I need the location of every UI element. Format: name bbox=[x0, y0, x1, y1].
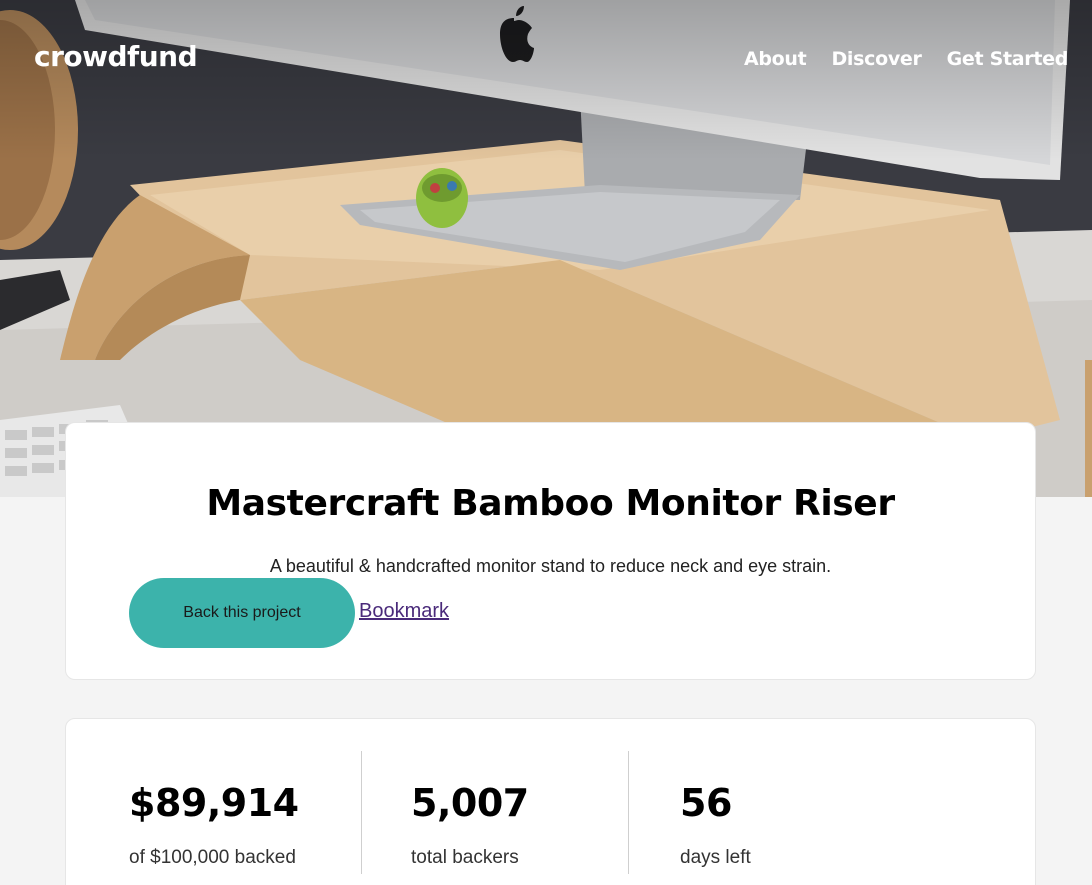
nav-link-about[interactable]: About bbox=[744, 48, 807, 70]
stat-divider bbox=[628, 751, 629, 874]
stat-backers: 5,007 total backers bbox=[411, 781, 529, 869]
stat-divider bbox=[361, 751, 362, 874]
nav-link-get-started[interactable]: Get Started bbox=[947, 48, 1069, 70]
nav-link-discover[interactable]: Discover bbox=[831, 48, 921, 70]
project-card: Mastercraft Bamboo Monitor Riser A beaut… bbox=[65, 422, 1036, 680]
project-title: Mastercraft Bamboo Monitor Riser bbox=[206, 483, 895, 524]
back-project-button[interactable]: Back this project bbox=[129, 578, 355, 648]
main-nav: About Discover Get Started bbox=[744, 48, 1068, 70]
bookmark-link[interactable]: Bookmark bbox=[359, 600, 449, 623]
hero-shade bbox=[0, 0, 1092, 160]
stat-days-left: 56 days left bbox=[680, 781, 751, 869]
stat-value: $89,914 bbox=[129, 781, 299, 825]
stats-card: $89,914 of $100,000 backed 5,007 total b… bbox=[65, 718, 1036, 885]
stat-label: days left bbox=[680, 847, 751, 868]
stat-value: 5,007 bbox=[411, 781, 529, 825]
brand-logo[interactable]: crowdfund bbox=[34, 40, 198, 73]
stat-value: 56 bbox=[680, 781, 732, 825]
project-description: A beautiful & handcrafted monitor stand … bbox=[269, 556, 832, 576]
stat-backed: $89,914 of $100,000 backed bbox=[129, 781, 299, 869]
stat-label: of $100,000 backed bbox=[129, 847, 296, 868]
stat-label: total backers bbox=[411, 847, 519, 868]
